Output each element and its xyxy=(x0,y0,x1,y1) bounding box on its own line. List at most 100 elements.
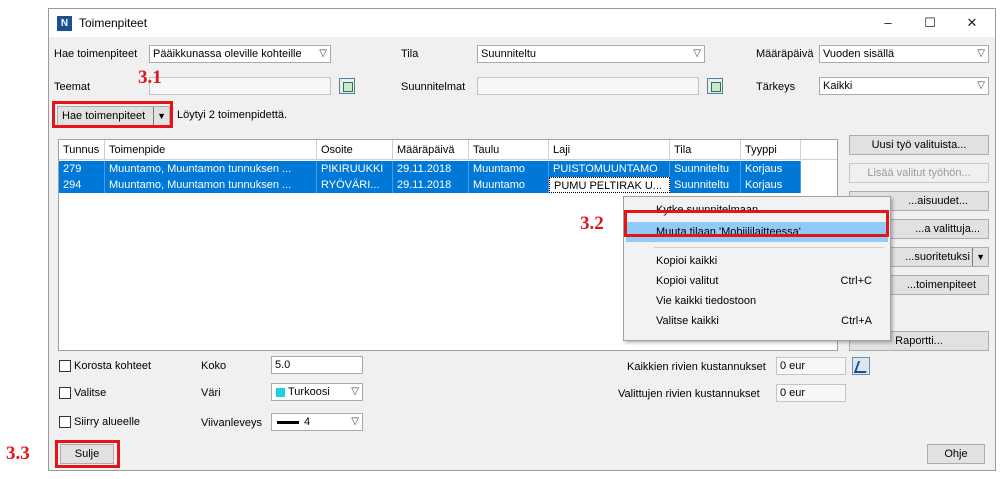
suunnitelmat-picker-icon[interactable] xyxy=(707,78,723,94)
tarkeys-dropdown-value: Kaikki xyxy=(823,80,853,92)
kaikki-kustannukset-value: 0 eur xyxy=(776,357,846,375)
table-cell: RYÖVÄRI... xyxy=(317,177,393,193)
koko-label: Koko xyxy=(201,360,227,372)
koko-input[interactable]: 5.0 xyxy=(271,356,363,374)
table-cell: Suunniteltu xyxy=(670,161,741,177)
table-row[interactable]: 279 Muuntamo, Muuntamon tunnuksen ... PI… xyxy=(59,161,819,177)
column-header[interactable]: Tunnus xyxy=(59,140,105,160)
column-header[interactable]: Tila xyxy=(670,140,741,160)
menu-item-label: Kopioi valitut xyxy=(656,275,719,287)
tila-label: Tila xyxy=(401,48,419,60)
tila-dropdown-value: Suunniteltu xyxy=(481,48,537,60)
annotation-label-3-2: 3.2 xyxy=(580,213,604,234)
chevron-down-icon: ▽ xyxy=(693,48,701,59)
uusi-tyo-button[interactable]: Uusi työ valituista... xyxy=(849,135,989,155)
table-cell: PUISTOMUUNTAMO xyxy=(549,161,670,177)
vari-dropdown[interactable]: Turkoosi ▽ xyxy=(271,383,363,401)
split-arrow-icon[interactable]: ▼ xyxy=(972,248,985,266)
suunnitelmat-field[interactable] xyxy=(477,77,699,95)
toimenpiteet-window: N Toimenpiteet – ☐ ✕ Hae toimenpiteet Pä… xyxy=(48,8,996,471)
menu-item-kopioi-valitut[interactable]: Kopioi valitut Ctrl+C xyxy=(626,271,888,291)
vari-label: Väri xyxy=(201,387,221,399)
table-cell: 29.11.2018 xyxy=(393,177,469,193)
annotation-label-3-1: 3.1 xyxy=(138,67,162,88)
title-bar: N Toimenpiteet – ☐ ✕ xyxy=(49,9,995,37)
korosta-label: Korosta kohteet xyxy=(74,360,152,372)
suunnitelmat-label: Suunnitelmat xyxy=(401,81,466,93)
close-button[interactable]: ✕ xyxy=(951,9,993,37)
column-header[interactable]: Tyyppi xyxy=(741,140,801,160)
chevron-down-icon: ▽ xyxy=(351,416,359,427)
valitut-kustannukset-label: Valittujen rivien kustannukset xyxy=(618,388,760,400)
maarapaiva-dropdown-value: Vuoden sisällä xyxy=(823,48,895,60)
table-row[interactable]: 294 Muuntamo, Muuntamon tunnuksen ... RY… xyxy=(59,177,819,193)
chart-tool-icon[interactable] xyxy=(852,357,870,375)
siirry-checkbox[interactable] xyxy=(59,416,71,428)
menu-item-kopioi-kaikki[interactable]: Kopioi kaikki xyxy=(626,251,888,271)
teemat-field[interactable] xyxy=(149,77,331,95)
menu-shortcut: Ctrl+A xyxy=(841,315,872,327)
viivanleveys-label: Viivanleveys xyxy=(201,417,262,429)
teemat-picker-icon[interactable] xyxy=(339,78,355,94)
table-cell: 279 xyxy=(59,161,105,177)
table-cell: 294 xyxy=(59,177,105,193)
hae-dropdown[interactable]: Pääikkunassa oleville kohteille ▽ xyxy=(149,45,331,63)
minimize-button[interactable]: – xyxy=(867,9,909,37)
search-result-text: Löytyi 2 toimenpidettä. xyxy=(177,109,288,121)
tarkeys-dropdown[interactable]: Kaikki ▽ xyxy=(819,77,989,95)
app-icon: N xyxy=(57,16,72,31)
suoritetuksi-label: ...suoritetuksi xyxy=(905,251,970,263)
maximize-button[interactable]: ☐ xyxy=(909,9,951,37)
color-swatch xyxy=(276,388,285,397)
valitse-label: Valitse xyxy=(74,387,107,399)
line-width-preview xyxy=(277,421,299,424)
teemat-label: Teemat xyxy=(54,81,91,93)
ohje-button[interactable]: Ohje xyxy=(927,444,985,464)
column-header[interactable]: Toimenpide xyxy=(105,140,317,160)
table-cell: Muuntamo xyxy=(469,161,549,177)
table-cell-focused: PUMU PELTIRAK U... xyxy=(549,177,670,193)
menu-item-vie-tiedostoon[interactable]: Vie kaikki tiedostoon xyxy=(626,291,888,311)
table-cell: Korjaus xyxy=(741,177,801,193)
valitut-kustannukset-value: 0 eur xyxy=(776,384,846,402)
table-cell: Suunniteltu xyxy=(670,177,741,193)
viivanleveys-dropdown-value: 4 xyxy=(304,416,311,428)
maarapaiva-label: Määräpäivä xyxy=(756,48,814,60)
window-title: Toimenpiteet xyxy=(79,16,148,30)
annotation-box-3-3 xyxy=(55,440,120,468)
chevron-down-icon: ▽ xyxy=(977,48,985,59)
kaikki-kustannukset-label: Kaikkien rivien kustannukset xyxy=(627,361,766,373)
menu-shortcut: Ctrl+C xyxy=(840,275,872,287)
viivanleveys-dropdown[interactable]: 4 ▽ xyxy=(271,413,363,431)
column-header[interactable]: Taulu xyxy=(469,140,549,160)
menu-item-valitse-kaikki[interactable]: Valitse kaikki Ctrl+A xyxy=(626,311,888,331)
table-cell: Muuntamo, Muuntamon tunnuksen ... xyxy=(105,161,317,177)
table-cell: 29.11.2018 xyxy=(393,161,469,177)
annotation-box-3-1 xyxy=(52,101,173,128)
siirry-label: Siirry alueelle xyxy=(74,416,141,428)
table-cell: Muuntamo xyxy=(469,177,549,193)
chevron-down-icon: ▽ xyxy=(977,80,985,91)
hae-dropdown-value: Pääikkunassa oleville kohteille xyxy=(153,48,302,60)
column-header[interactable]: Osoite xyxy=(317,140,393,160)
tila-dropdown[interactable]: Suunniteltu ▽ xyxy=(477,45,705,63)
menu-item-label: Valitse kaikki xyxy=(656,315,719,327)
chevron-down-icon: ▽ xyxy=(319,48,327,59)
menu-item-label: Vie kaikki tiedostoon xyxy=(656,295,757,307)
column-header-empty xyxy=(801,140,837,160)
lisaa-tyohon-button[interactable]: Lisää valitut työhön... xyxy=(849,163,989,183)
column-header[interactable]: Laji xyxy=(549,140,670,160)
table-cell: PIKIRUUKKI xyxy=(317,161,393,177)
hae-label: Hae toimenpiteet xyxy=(54,48,138,60)
chevron-down-icon: ▽ xyxy=(351,386,359,397)
menu-separator xyxy=(654,247,884,248)
table-cell: Korjaus xyxy=(741,161,801,177)
annotation-box-3-2 xyxy=(624,210,889,237)
tarkeys-label: Tärkeys xyxy=(756,81,796,93)
maarapaiva-dropdown[interactable]: Vuoden sisällä ▽ xyxy=(819,45,989,63)
table-cell: Muuntamo, Muuntamon tunnuksen ... xyxy=(105,177,317,193)
column-header[interactable]: Määräpäivä xyxy=(393,140,469,160)
valitse-checkbox[interactable] xyxy=(59,387,71,399)
menu-item-label: Kopioi kaikki xyxy=(656,255,718,267)
korosta-checkbox[interactable] xyxy=(59,360,71,372)
